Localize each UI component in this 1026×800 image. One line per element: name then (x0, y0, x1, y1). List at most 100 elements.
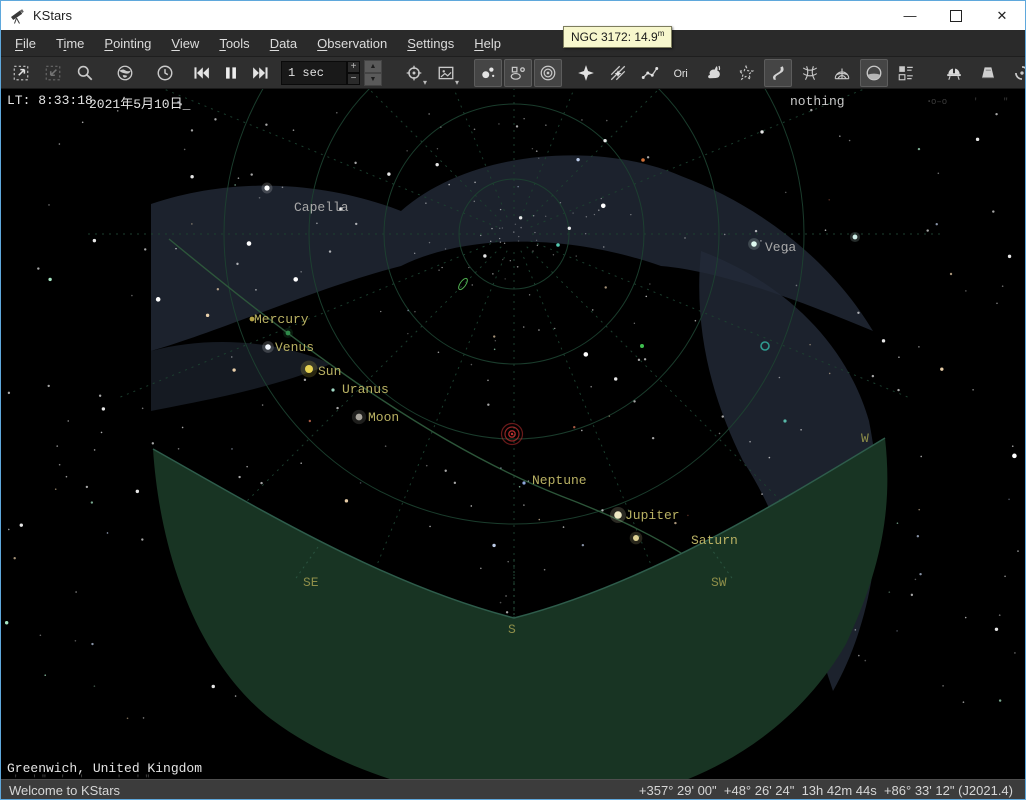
sky-label-uranus[interactable]: Uranus (342, 382, 389, 397)
faint-indicator-2: ' (973, 97, 978, 107)
toggle-stars-button[interactable] (474, 59, 502, 87)
pointing-target-button[interactable]: ▾ (400, 59, 428, 87)
title-bar: KStars — ✕ (1, 1, 1025, 31)
time-infobox-date[interactable]: 2021年5月10日_ (89, 93, 190, 112)
toggle-constellation-names-button[interactable]: Ori (668, 59, 696, 87)
background-star (8, 392, 10, 394)
background-star (438, 269, 439, 270)
toggle-satellites-button[interactable] (604, 59, 632, 87)
background-star (938, 172, 940, 174)
pause-button[interactable] (217, 59, 245, 87)
background-star (533, 215, 534, 216)
background-star (585, 233, 586, 234)
menu-observation[interactable]: Observation (307, 33, 397, 54)
sky-label-sw[interactable]: SW (711, 575, 727, 590)
sky-label-w[interactable]: W (861, 431, 869, 446)
background-star (785, 192, 787, 194)
focus-infobox[interactable]: nothing (790, 94, 845, 109)
set-time-button[interactable] (151, 59, 179, 87)
background-star (234, 184, 236, 186)
background-star (255, 289, 257, 291)
menu-data[interactable]: Data (260, 33, 307, 54)
background-star (13, 557, 15, 559)
toggle-solar-system-button[interactable] (534, 59, 562, 87)
background-star (749, 441, 751, 443)
menu-time[interactable]: Time (46, 33, 94, 54)
sky-label-neptune[interactable]: Neptune (532, 473, 587, 488)
sky-label-mercury[interactable]: Mercury (254, 312, 309, 327)
globe-icon (116, 64, 134, 82)
sky-image-button[interactable]: ▾ (432, 59, 460, 87)
sky-label-vega[interactable]: Vega (765, 240, 796, 255)
step-backward-button[interactable] (187, 59, 215, 87)
menu-file[interactable]: File (5, 33, 46, 54)
step-fwd-icon (252, 64, 270, 82)
step-forward-button[interactable] (247, 59, 275, 87)
toggle-milky-way-button[interactable] (764, 59, 792, 87)
telescope-control-button[interactable] (974, 59, 1002, 87)
sky-label-moon[interactable]: Moon (368, 410, 399, 425)
toolbar: 1 sec+−▲▼ ▾ ▾ Ori (1, 56, 1025, 89)
background-star (499, 228, 500, 229)
background-star (1014, 652, 1016, 654)
sun (305, 365, 313, 373)
menu-view[interactable]: View (161, 33, 209, 54)
timestep-up-button[interactable]: ▲ (364, 60, 382, 73)
sky-label-jupiter[interactable]: Jupiter (625, 508, 680, 523)
sky-label-venus[interactable]: Venus (275, 340, 314, 355)
time-infobox-lt[interactable]: LT: 8:33:18 (7, 93, 93, 108)
toggle-constellation-lines-button[interactable] (636, 59, 664, 87)
zoom-to-selection-button[interactable] (7, 59, 35, 87)
background-star (972, 389, 974, 391)
background-star (517, 266, 519, 268)
toggle-deep-sky-button[interactable] (504, 59, 532, 87)
sky-map[interactable]: LT: 8:33:18 2021年5月10日_ nothing o–o ' " … (1, 89, 1025, 779)
hips-overlay-button[interactable] (1008, 59, 1026, 87)
dropdown-caret-icon: ▾ (455, 79, 459, 87)
menu-settings[interactable]: Settings (397, 33, 464, 54)
background-star (568, 227, 571, 230)
dome-control-button[interactable] (940, 59, 968, 87)
clock-icon (156, 64, 174, 82)
hips-icon (1013, 64, 1026, 82)
background-star (645, 296, 647, 298)
background-star (20, 523, 23, 526)
dropdown-caret-icon: ▾ (423, 79, 427, 87)
background-star (428, 113, 430, 115)
toggle-horizontal-grid-button[interactable] (828, 59, 856, 87)
close-button[interactable]: ✕ (979, 1, 1025, 30)
toggle-constellation-art-button[interactable] (700, 59, 728, 87)
background-star (175, 248, 177, 250)
menu-tools[interactable]: Tools (209, 33, 259, 54)
background-star (190, 175, 193, 178)
sky-label-s[interactable]: S (508, 622, 516, 637)
timestep-plus-button[interactable]: + (347, 61, 360, 73)
find-object-button[interactable] (71, 59, 99, 87)
sky-label-saturn[interactable]: Saturn (691, 533, 738, 548)
sky-label-capella[interactable]: Capella (294, 200, 349, 215)
background-star (513, 231, 514, 232)
menu-pointing[interactable]: Pointing (94, 33, 161, 54)
maximize-icon (950, 10, 962, 22)
toggle-constellation-bounds-button[interactable] (732, 59, 760, 87)
background-star (127, 717, 129, 719)
background-star (5, 621, 8, 624)
sky-label-se[interactable]: SE (303, 575, 319, 590)
toggle-equatorial-grid-button[interactable] (796, 59, 824, 87)
timestep-minus-button[interactable]: − (347, 73, 360, 85)
toggle-ground-button[interactable] (860, 59, 888, 87)
background-star (94, 449, 96, 451)
toggle-info-boxes-button[interactable] (892, 59, 920, 87)
geolocation-button[interactable] (111, 59, 139, 87)
menu-help[interactable]: Help (464, 33, 511, 54)
minimize-button[interactable]: — (887, 1, 933, 30)
timestep-down-button[interactable]: ▼ (364, 73, 382, 86)
sky-label-sun[interactable]: Sun (318, 364, 341, 379)
background-star (336, 407, 338, 409)
timestep-input[interactable]: 1 sec (281, 61, 347, 85)
background-star (598, 209, 599, 210)
background-star (495, 340, 496, 341)
star-orange (641, 158, 645, 162)
maximize-button[interactable] (933, 1, 979, 30)
toggle-supernovae-button[interactable] (572, 59, 600, 87)
